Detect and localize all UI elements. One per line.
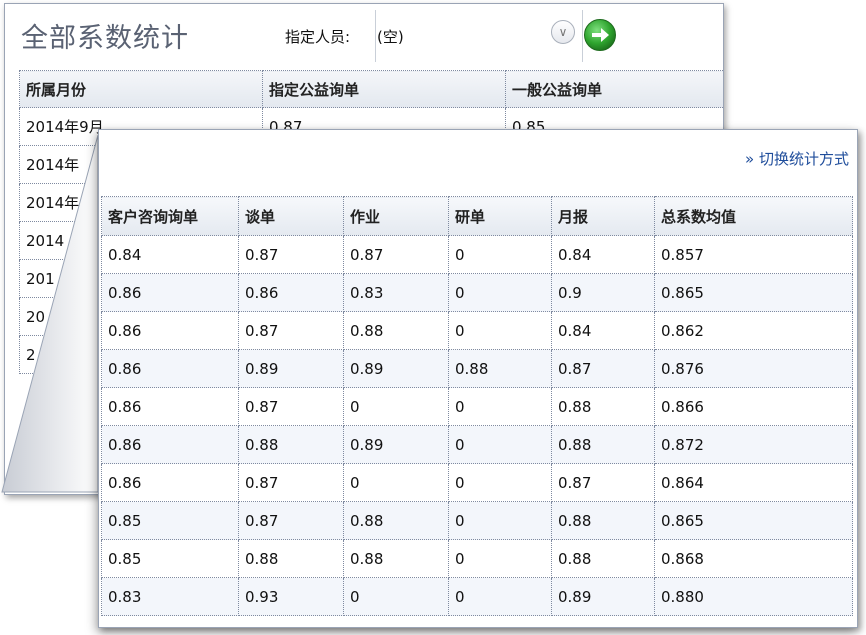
- table-cell: 0.87: [238, 311, 344, 350]
- column-header-monthly-report: 月报: [551, 196, 655, 236]
- table-cell: 0.9: [551, 273, 655, 312]
- table-row: 0.83 0.93 0 0 0.89 0.880: [101, 577, 853, 616]
- table-cell: 0.88: [238, 539, 344, 578]
- table-row: 0.86 0.87 0 0 0.87 0.864: [101, 463, 853, 502]
- table-cell: 0.864: [654, 463, 853, 502]
- front-stats-panel: » 切换统计方式 客户咨询询单 谈单 作业 研单 月报 总系数均值 0.84 0…: [98, 129, 858, 628]
- table-cell: 0.86: [101, 349, 239, 388]
- table-cell: 0.86: [238, 273, 344, 312]
- switch-stats-mode-link[interactable]: » 切换统计方式: [745, 148, 849, 169]
- table-row: 0.86 0.88 0.89 0 0.88 0.872: [101, 425, 853, 464]
- table-cell: 0.86: [101, 387, 239, 426]
- table-cell: 0.87: [551, 349, 655, 388]
- table-cell: 0: [448, 539, 552, 578]
- table-cell: 0.86: [101, 311, 239, 350]
- table-cell: 0: [343, 387, 449, 426]
- table-cell: 0.88: [238, 425, 344, 464]
- page-title: 全部系数统计: [21, 23, 189, 54]
- table-cell: 0: [448, 425, 552, 464]
- arrow-right-circle-icon[interactable]: [583, 18, 617, 52]
- table-cell: 0: [448, 235, 552, 274]
- table-cell: 0.85: [101, 539, 239, 578]
- table-row: 0.86 0.89 0.89 0.88 0.87 0.876: [101, 349, 853, 388]
- table-row: 0.85 0.87 0.88 0 0.88 0.865: [101, 501, 853, 540]
- table-cell: 0.87: [238, 463, 344, 502]
- table-cell: 0.84: [551, 235, 655, 274]
- column-header-general: 一般公益询单: [505, 70, 723, 108]
- table-cell: 0.872: [654, 425, 853, 464]
- table-row: 0.86 0.86 0.83 0 0.9 0.865: [101, 273, 853, 312]
- column-header-month: 所属月份: [19, 70, 263, 108]
- table-cell: 0.862: [654, 311, 853, 350]
- table-cell: 0.868: [654, 539, 853, 578]
- table-cell: 0.87: [343, 235, 449, 274]
- column-header-total-average: 总系数均值: [654, 196, 853, 236]
- table-cell: 0.84: [101, 235, 239, 274]
- table-cell: 0: [448, 273, 552, 312]
- table-row: 0.84 0.87 0.87 0 0.84 0.857: [101, 235, 853, 274]
- front-stats-table: 客户咨询询单 谈单 作业 研单 月报 总系数均值 0.84 0.87 0.87 …: [101, 196, 853, 616]
- table-cell: 0: [448, 311, 552, 350]
- table-cell: 0.88: [343, 501, 449, 540]
- table-cell: 0.89: [238, 349, 344, 388]
- chevron-double-down-icon[interactable]: ∨: [551, 20, 575, 44]
- column-header-research: 研单: [448, 196, 552, 236]
- table-row: 0.85 0.88 0.88 0 0.88 0.868: [101, 539, 853, 578]
- table-cell: 0.89: [343, 425, 449, 464]
- table-cell: 0.89: [343, 349, 449, 388]
- column-header-homework: 作业: [343, 196, 449, 236]
- column-header-assigned: 指定公益询单: [262, 70, 506, 108]
- table-cell: 0.85: [101, 501, 239, 540]
- table-cell: 0.87: [551, 463, 655, 502]
- table-row: 0.86 0.87 0.88 0 0.84 0.862: [101, 311, 853, 350]
- table-cell: 0.88: [448, 349, 552, 388]
- table-cell: 0.88: [551, 501, 655, 540]
- assign-person-label: 指定人员:: [285, 28, 351, 46]
- table-cell: 0.83: [343, 273, 449, 312]
- table-cell: 0.88: [551, 425, 655, 464]
- table-cell: 0.87: [238, 387, 344, 426]
- table-cell: 0.880: [654, 577, 853, 616]
- table-cell: 0.866: [654, 387, 853, 426]
- table-cell: 0: [343, 463, 449, 502]
- assign-person-value[interactable]: (空): [377, 26, 404, 47]
- table-cell: 0.83: [101, 577, 239, 616]
- table-cell: 0.87: [238, 501, 344, 540]
- table-cell: 0: [448, 463, 552, 502]
- table-cell: 0: [343, 577, 449, 616]
- table-cell: 0.86: [101, 463, 239, 502]
- table-cell: 0.84: [551, 311, 655, 350]
- table-cell: 0.88: [343, 539, 449, 578]
- table-cell: 0.88: [343, 311, 449, 350]
- table-cell: 0.865: [654, 501, 853, 540]
- table-cell: 0.88: [551, 387, 655, 426]
- table-cell: 0.865: [654, 273, 853, 312]
- table-cell: 0.89: [551, 577, 655, 616]
- table-cell: 0: [448, 577, 552, 616]
- table-row: 0.86 0.87 0 0 0.88 0.866: [101, 387, 853, 426]
- table-cell: 0.86: [101, 425, 239, 464]
- table-cell: 0.857: [654, 235, 853, 274]
- table-cell: 0.88: [551, 539, 655, 578]
- table-cell: 0.876: [654, 349, 853, 388]
- column-header-talk: 谈单: [238, 196, 344, 236]
- table-cell: 0.87: [238, 235, 344, 274]
- table-cell: 0.86: [101, 273, 239, 312]
- column-header-customer-inquiry: 客户咨询询单: [101, 196, 239, 236]
- table-cell: 0: [448, 501, 552, 540]
- table-cell: 0: [448, 387, 552, 426]
- table-cell: 0.93: [238, 577, 344, 616]
